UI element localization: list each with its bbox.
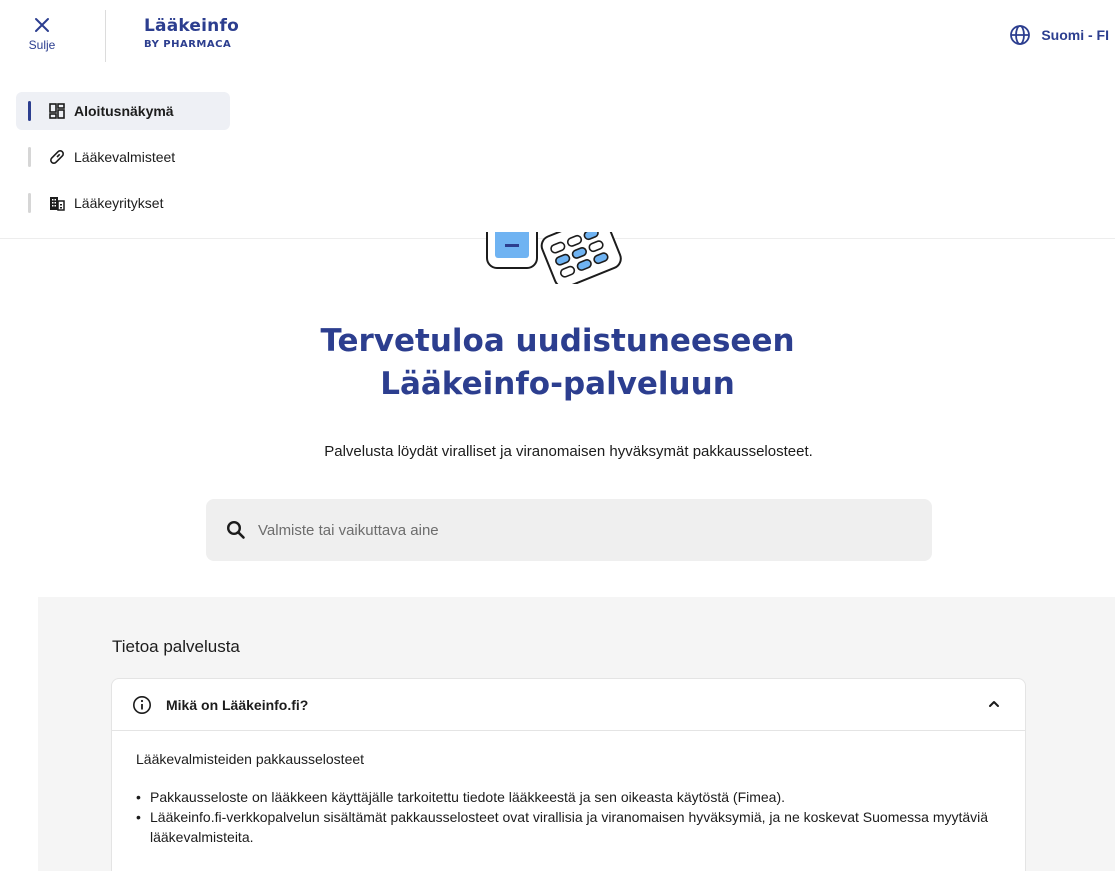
info-icon [133,695,151,714]
title-line-2: Lääkeinfo-palveluun [380,366,735,402]
chevron-up-icon[interactable] [987,697,1001,711]
accordion-list: Pakkausseloste on lääkkeen käyttäjälle t… [136,787,1001,847]
page-title: Tervetuloa uudistuneeseen Lääkeinfo-palv… [0,320,1115,406]
close-label: Sulje [28,38,56,52]
nav-item-laakevalmisteet[interactable]: Lääkevalmisteet [16,138,230,176]
dashboard-icon [48,102,66,120]
nav-indicator [28,147,31,167]
nav-indicator [28,193,31,213]
accordion-title: Mikä on Lääkeinfo.fi? [166,696,309,713]
info-section: Tietoa palvelusta Mikä on Lääkeinfo.fi? … [38,597,1115,871]
globe-icon [1010,25,1031,45]
search-input[interactable] [258,521,898,539]
accordion-header[interactable]: Mikä on Lääkeinfo.fi? [112,679,1025,731]
nav-item-label: Lääkevalmisteet [74,149,176,165]
accordion-body: Lääkevalmisteiden pakkausselosteet Pakka… [112,731,1025,867]
faq-accordion: Mikä on Lääkeinfo.fi? Lääkevalmisteiden … [111,678,1026,871]
logo[interactable]: Lääkeinfo BY PHARMACA [144,16,239,50]
header: Sulje Lääkeinfo BY PHARMACA Suomi - FI [0,0,1115,72]
building-icon [48,194,66,212]
nav-item-aloitusnakyma[interactable]: Aloitusnäkymä [16,92,230,130]
logo-name: Lääkeinfo [144,16,239,36]
pill-icon [48,148,66,166]
title-line-1: Tervetuloa uudistuneeseen [320,323,795,359]
search-box[interactable] [206,499,932,561]
page-subtitle: Palvelusta löydät viralliset ja viranoma… [324,443,813,460]
list-item: Pakkausseloste on lääkkeen käyttäjälle t… [136,787,1001,807]
info-heading: Tietoa palvelusta [112,637,240,656]
medicine-illustration [484,232,624,284]
close-button[interactable]: Sulje [18,16,66,52]
nav-item-label: Aloitusnäkymä [74,103,174,119]
nav-item-laakeyritykset[interactable]: Lääkeyritykset [16,184,230,222]
logo-subtitle: BY PHARMACA [144,39,232,50]
search-icon [226,520,245,539]
accordion-subtitle: Lääkevalmisteiden pakkausselosteet [136,751,365,767]
header-divider [105,10,106,62]
nav-active-indicator [28,101,31,121]
language-label: Suomi - FI [1041,27,1109,43]
nav-item-label: Lääkeyritykset [74,195,164,211]
language-selector[interactable]: Suomi - FI [1009,24,1109,46]
close-icon [35,18,49,32]
sidebar-nav: Aloitusnäkymä Lääkevalmisteet Lääkeyrity… [16,92,230,230]
list-item: Lääkeinfo.fi-verkkopalvelun sisältämät p… [136,807,1001,847]
